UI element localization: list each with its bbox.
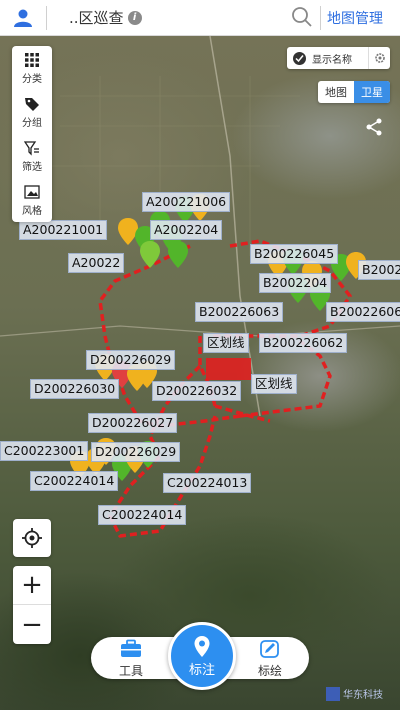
- logo-text: 华东科技: [343, 690, 383, 701]
- satellite-map[interactable]: A200221006 A200221001 A2002204 A20022 B2…: [0, 36, 400, 710]
- map-label[interactable]: 区划线: [251, 374, 297, 394]
- map-label[interactable]: A2002204: [150, 220, 223, 240]
- map-label[interactable]: A20022: [68, 253, 125, 273]
- grid-icon: [25, 52, 39, 67]
- brand-logo: 华东科技: [326, 686, 383, 701]
- toolbox-icon: [121, 639, 141, 657]
- page-title: ..区巡查 i: [69, 7, 142, 28]
- map-manage-button[interactable]: 地图管理: [327, 8, 383, 28]
- left-toolbar: 分类 分组 筛选 风格: [12, 46, 52, 222]
- filter-button[interactable]: 筛选: [12, 134, 52, 178]
- top-bar: ..区巡查 i 地图管理: [0, 0, 400, 36]
- map-label[interactable]: B20022606: [326, 302, 400, 322]
- show-name-toggle[interactable]: 显示名称: [287, 47, 390, 69]
- map-label[interactable]: D200226029: [86, 350, 176, 370]
- locate-button[interactable]: [13, 519, 51, 557]
- map-label[interactable]: D200226030: [30, 379, 120, 399]
- toolbar-label: 分类: [22, 73, 42, 85]
- check-icon: [293, 51, 306, 65]
- mark-button[interactable]: 标注: [168, 622, 236, 690]
- map-label[interactable]: C200224013: [163, 473, 252, 493]
- zoom-out-button[interactable]: −: [13, 605, 51, 644]
- style-button[interactable]: 风格: [12, 178, 52, 222]
- map-label[interactable]: B200226045: [250, 244, 339, 264]
- map-label[interactable]: 区划线: [203, 333, 249, 353]
- mark-label: 标注: [188, 662, 215, 678]
- map-label[interactable]: D200226027: [88, 413, 178, 433]
- info-icon[interactable]: i: [127, 10, 142, 25]
- image-icon: [24, 184, 40, 199]
- map-label[interactable]: B200226062: [259, 333, 348, 353]
- toolbar-label: 分组: [22, 117, 42, 129]
- draw-label: 标绘: [257, 664, 282, 678]
- map-label[interactable]: A200221001: [19, 220, 108, 240]
- pencil-icon: [260, 640, 279, 658]
- toolbar-label: 筛选: [22, 161, 42, 173]
- map-label[interactable]: D200226029: [91, 442, 181, 462]
- filter-icon: [24, 140, 39, 156]
- tool-button[interactable]: 工具: [106, 639, 156, 679]
- gear-icon[interactable]: [368, 47, 390, 69]
- map-type-map[interactable]: 地图: [318, 81, 354, 103]
- zoom-in-button[interactable]: +: [13, 566, 51, 605]
- page-title-text: ..区巡查: [69, 9, 124, 27]
- logo-icon: [326, 686, 340, 701]
- user-icon: [14, 9, 32, 27]
- toolbar-label: 风格: [22, 205, 42, 217]
- map-label[interactable]: C200224014: [30, 471, 119, 491]
- map-label[interactable]: B2002204: [259, 273, 332, 293]
- classify-button[interactable]: 分类: [12, 46, 52, 90]
- map-type-switch: 地图 卫星: [318, 81, 390, 103]
- tag-icon: [25, 97, 39, 111]
- zoom-control: + −: [13, 566, 51, 644]
- map-label[interactable]: C200224014: [98, 505, 187, 525]
- map-label[interactable]: A200221006: [142, 192, 231, 212]
- location-pin-icon: [194, 635, 210, 657]
- map-overlay: [0, 36, 400, 538]
- share-icon[interactable]: [364, 117, 384, 137]
- divider: [46, 5, 47, 30]
- map-label[interactable]: B2002: [358, 260, 400, 280]
- divider: [320, 6, 321, 30]
- map-label[interactable]: D200226032: [152, 381, 242, 401]
- map-type-satellite[interactable]: 卫星: [354, 81, 390, 103]
- locate-icon: [22, 528, 42, 548]
- group-button[interactable]: 分组: [12, 90, 52, 134]
- show-name-label: 显示名称: [312, 54, 352, 66]
- search-icon[interactable]: [291, 6, 313, 28]
- user-button[interactable]: [0, 0, 46, 36]
- map-label[interactable]: B200226063: [195, 302, 284, 322]
- draw-button[interactable]: 标绘: [245, 639, 295, 679]
- map-label[interactable]: C200223001: [0, 441, 89, 461]
- tool-label: 工具: [118, 664, 143, 678]
